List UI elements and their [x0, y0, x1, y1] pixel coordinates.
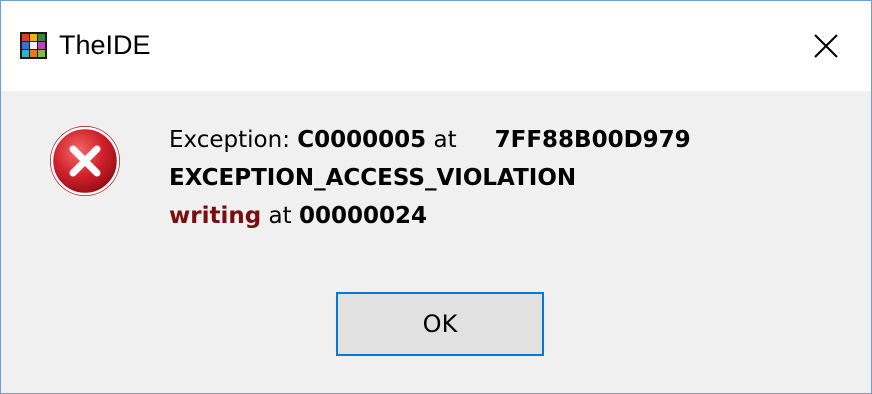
dialog-content: Exception: C0000005 at 7FF88B00D979 EXCEP…: [1, 91, 871, 393]
at-label-2: at: [261, 203, 299, 229]
at-label: at: [426, 127, 457, 153]
ok-button[interactable]: OK: [336, 292, 544, 356]
window-title: TheIDE: [59, 30, 151, 60]
message-dialog: TheIDE Exception: C0000005 at 7FF88B00D9…: [0, 0, 872, 394]
exception-address: 7FF88B00D979: [494, 127, 691, 153]
title-bar[interactable]: TheIDE: [1, 1, 871, 91]
close-icon: [814, 34, 838, 58]
operation-label: writing: [169, 203, 262, 229]
error-message: Exception: C0000005 at 7FF88B00D979 EXCEP…: [169, 121, 691, 235]
target-address: 00000024: [298, 203, 427, 229]
message-line-3: writing at 00000024: [169, 197, 691, 235]
exception-name: EXCEPTION_ACCESS_VIOLATION: [169, 165, 577, 191]
ok-button-label: OK: [422, 310, 458, 338]
close-button[interactable]: [781, 1, 871, 91]
error-icon: [48, 124, 122, 198]
theide-app-icon: [20, 32, 47, 59]
exception-prefix: Exception:: [169, 127, 298, 153]
exception-code: C0000005: [297, 127, 427, 153]
message-line-2: EXCEPTION_ACCESS_VIOLATION: [169, 159, 691, 197]
message-line-1: Exception: C0000005 at 7FF88B00D979: [169, 121, 691, 159]
